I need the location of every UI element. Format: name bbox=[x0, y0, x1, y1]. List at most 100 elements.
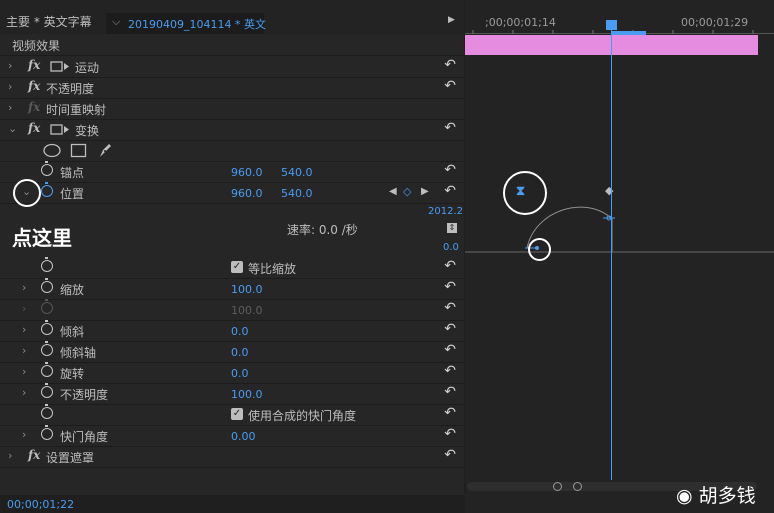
property-label: 倾斜轴 bbox=[60, 346, 97, 360]
pen-mask-icon[interactable] bbox=[97, 142, 113, 159]
skew-axis-value[interactable]: 0.0 bbox=[231, 346, 249, 359]
effect-row-mask[interactable]: › fx 设置遮罩 ↶ bbox=[0, 446, 464, 468]
effect-row-time-remap[interactable]: › fx 时间重映射 bbox=[0, 98, 464, 120]
reset-icon[interactable]: ↶ bbox=[444, 384, 456, 400]
reset-icon[interactable]: ↶ bbox=[444, 57, 456, 73]
scale-value[interactable]: 100.0 bbox=[231, 283, 263, 296]
scroll-handle-left[interactable] bbox=[553, 482, 562, 491]
keyframe-diamond-icon[interactable]: ◆ bbox=[605, 184, 613, 197]
expand-icon: › bbox=[22, 302, 27, 315]
transform-box-icon[interactable] bbox=[50, 60, 70, 73]
expand-icon[interactable]: › bbox=[22, 281, 26, 294]
property-row-opacity: › 不透明度 100.0 ↶ bbox=[0, 383, 464, 405]
anchor-y-value[interactable]: 540.0 bbox=[281, 166, 313, 179]
position-x-value[interactable]: 960.0 bbox=[231, 187, 263, 200]
reset-icon[interactable]: ↶ bbox=[444, 258, 456, 274]
scale-width-value: 100.0 bbox=[231, 304, 263, 317]
chevron-down-icon[interactable]: ⌵ bbox=[112, 15, 120, 29]
reset-icon[interactable]: ↶ bbox=[444, 321, 456, 337]
collapse-icon[interactable]: ⌄ bbox=[8, 122, 17, 135]
reset-icon[interactable]: ↶ bbox=[444, 120, 456, 136]
composite-shutter-label: 使用合成的快门角度 bbox=[248, 409, 357, 423]
reset-icon[interactable]: ↶ bbox=[444, 342, 456, 358]
property-row-rotation: › 旋转 0.0 ↶ bbox=[0, 362, 464, 384]
scroll-handle-right[interactable] bbox=[573, 482, 582, 491]
expand-icon[interactable]: › bbox=[22, 344, 26, 357]
effect-row-transform[interactable]: ⌄ fx 变换 ↶ bbox=[0, 119, 464, 141]
reset-icon[interactable]: ↶ bbox=[444, 162, 456, 178]
expand-icon[interactable]: › bbox=[22, 428, 26, 441]
expand-icon[interactable]: › bbox=[22, 365, 26, 378]
expand-icon[interactable]: › bbox=[22, 323, 26, 336]
effect-label: 时间重映射 bbox=[46, 103, 107, 117]
stopwatch-icon[interactable] bbox=[41, 182, 53, 197]
property-row-skew-axis: › 倾斜轴 0.0 ↶ bbox=[0, 341, 464, 363]
expand-icon[interactable]: › bbox=[8, 101, 12, 114]
expand-icon[interactable]: › bbox=[8, 59, 12, 72]
stopwatch-icon[interactable] bbox=[41, 341, 53, 356]
fx-icon[interactable]: fx bbox=[28, 79, 40, 93]
annotation-circle-keyframe bbox=[503, 171, 547, 215]
stopwatch-icon[interactable] bbox=[41, 320, 53, 335]
reset-icon[interactable]: ↶ bbox=[444, 447, 456, 463]
composite-shutter-checkbox[interactable]: ✓ bbox=[231, 408, 243, 420]
skew-value[interactable]: 0.0 bbox=[231, 325, 249, 338]
effect-label: 不透明度 bbox=[46, 82, 95, 96]
expand-icon[interactable]: › bbox=[8, 449, 12, 462]
rotation-value[interactable]: 0.0 bbox=[231, 367, 249, 380]
stopwatch-icon[interactable] bbox=[41, 257, 53, 272]
property-label: 旋转 bbox=[60, 367, 85, 381]
reset-icon[interactable]: ↶ bbox=[444, 405, 456, 421]
next-keyframe-icon[interactable]: ▶ bbox=[421, 186, 429, 197]
anchor-x-value[interactable]: 960.0 bbox=[231, 166, 263, 179]
effect-label: 设置遮罩 bbox=[46, 451, 95, 465]
reset-icon[interactable]: ↶ bbox=[444, 300, 456, 316]
click-here-annotation: 点这里 bbox=[12, 226, 72, 250]
playhead-line[interactable] bbox=[611, 22, 612, 480]
playhead-handle[interactable] bbox=[606, 20, 617, 30]
uniform-scale-checkbox[interactable]: ✓ bbox=[231, 261, 243, 273]
section-title: 视频效果 bbox=[12, 39, 61, 53]
fx-icon[interactable]: fx bbox=[28, 448, 40, 462]
position-y-value[interactable]: 540.0 bbox=[281, 187, 313, 200]
property-row-position: ⌄ 位置 960.0 540.0 ◀ ◇ ▶ ↶ bbox=[0, 182, 464, 204]
fx-icon[interactable]: fx bbox=[28, 100, 40, 114]
stopwatch-icon[interactable] bbox=[41, 425, 53, 440]
prev-keyframe-icon[interactable]: ◀ bbox=[389, 186, 397, 197]
expand-icon[interactable]: › bbox=[22, 386, 26, 399]
fx-icon[interactable]: fx bbox=[28, 58, 40, 72]
reset-icon[interactable]: ↶ bbox=[444, 279, 456, 295]
stopwatch-icon bbox=[41, 299, 53, 314]
shutter-angle-value[interactable]: 0.00 bbox=[231, 430, 256, 443]
fx-icon[interactable]: fx bbox=[28, 121, 40, 135]
stopwatch-icon[interactable] bbox=[41, 278, 53, 293]
property-row-anchor: 锚点 960.0 540.0 ↶ bbox=[0, 161, 464, 183]
play-right-icon[interactable]: ▶ bbox=[448, 15, 455, 25]
reset-icon[interactable]: ↶ bbox=[444, 363, 456, 379]
tab-clip[interactable]: 20190409_104114 * 英文 bbox=[128, 16, 266, 32]
weibo-logo-icon: ◉ bbox=[676, 485, 693, 507]
mask-tools-row bbox=[0, 140, 464, 162]
expand-icon[interactable]: › bbox=[8, 80, 12, 93]
transform-box-icon[interactable] bbox=[50, 123, 70, 136]
ellipse-mask-icon[interactable] bbox=[42, 143, 62, 158]
stopwatch-icon[interactable] bbox=[41, 383, 53, 398]
section-header-row: 视频效果 bbox=[0, 34, 464, 56]
tab-main-sequence[interactable]: 主要 * 英文字幕 bbox=[6, 13, 92, 30]
add-keyframe-icon[interactable]: ◇ bbox=[403, 185, 411, 198]
current-timecode[interactable]: 00;00;01;22 bbox=[7, 498, 74, 511]
effect-label: 运动 bbox=[75, 61, 100, 75]
watermark-text: 胡多钱 bbox=[698, 485, 756, 507]
stopwatch-icon[interactable] bbox=[41, 404, 53, 419]
stopwatch-icon[interactable] bbox=[41, 161, 53, 176]
reset-icon[interactable]: ↶ bbox=[444, 426, 456, 442]
opacity-value[interactable]: 100.0 bbox=[231, 388, 263, 401]
effect-row-motion[interactable]: › fx 运动 ↶ bbox=[0, 56, 464, 78]
stopwatch-icon[interactable] bbox=[41, 362, 53, 377]
reset-icon[interactable]: ↶ bbox=[444, 78, 456, 94]
graph-options-icon[interactable]: ⇕ bbox=[447, 223, 457, 233]
annotation-circle-handle bbox=[528, 238, 551, 261]
rectangle-mask-icon[interactable] bbox=[70, 143, 88, 158]
effect-row-opacity[interactable]: › fx 不透明度 ↶ bbox=[0, 77, 464, 99]
reset-icon[interactable]: ↶ bbox=[444, 183, 456, 199]
